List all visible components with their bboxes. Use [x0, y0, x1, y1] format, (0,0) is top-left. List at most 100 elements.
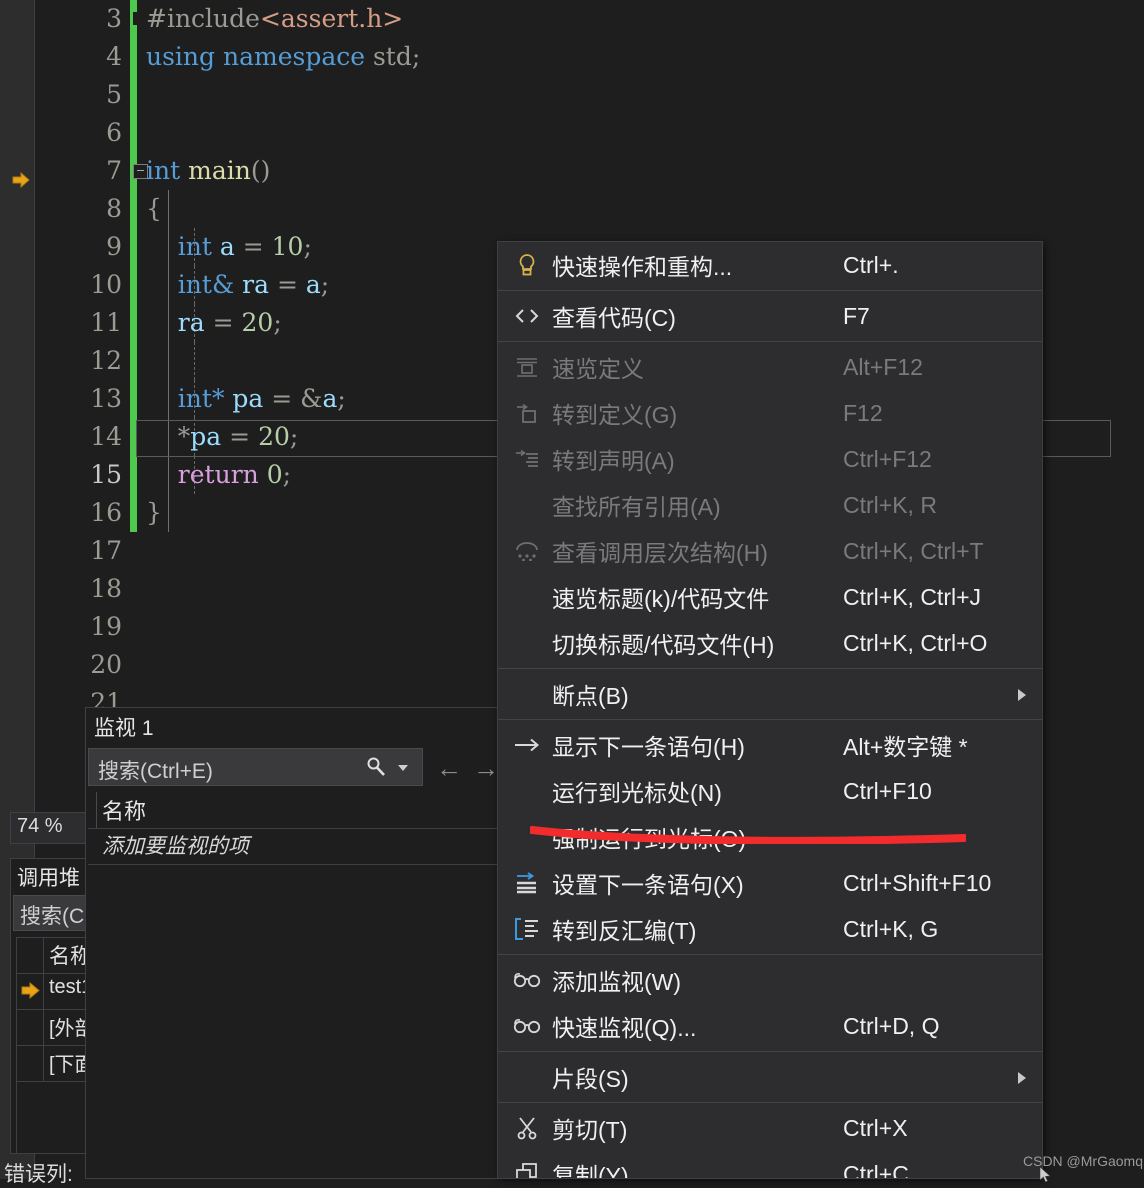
code-text: int& ra = a;	[177, 270, 330, 299]
context-menu-separator	[498, 290, 1042, 291]
code-line[interactable]: 5	[34, 76, 1144, 114]
code-text: #include<assert.h>	[146, 4, 404, 33]
change-tracking-bar	[130, 190, 137, 228]
context-menu-item[interactable]: 断点(B)	[498, 671, 1042, 717]
line-number: 6	[106, 118, 122, 147]
watch-add-item-hint: 添加要监视的项	[102, 835, 249, 858]
context-menu-item[interactable]: 设置下一条语句(X) Ctrl+Shift+F10	[498, 860, 1042, 906]
context-menu-item-label: 转到定义(G)	[552, 402, 678, 428]
call-stack-row[interactable]: [下面	[17, 1046, 85, 1082]
call-stack-panel[interactable]: 调用堆 搜索(C 名称 test1. [外部 [下面	[10, 858, 86, 1154]
context-menu-item-label: 显示下一条语句(H)	[552, 734, 745, 760]
watch-next-arrow-icon[interactable]: →	[473, 753, 499, 784]
change-tracking-bar	[130, 456, 137, 494]
watch-column-separator[interactable]	[96, 792, 97, 828]
line-number: 11	[90, 308, 122, 337]
watch-prev-arrow-icon[interactable]: ←	[436, 753, 462, 784]
context-menu-item-shortcut: Alt+数字键 *	[843, 734, 968, 760]
change-tracking-bar	[130, 266, 137, 304]
line-number: 7	[106, 156, 122, 185]
code-line[interactable]: 7− int main()	[34, 152, 1144, 190]
call-stack-gutter	[17, 1046, 44, 1081]
call-stack-grid[interactable]: 名称 test1. [外部 [下面	[16, 937, 85, 1153]
code-line[interactable]: 8{	[34, 190, 1144, 228]
editor-zoom-level-control[interactable]: 74 %	[10, 812, 86, 844]
lightbulb-icon	[508, 242, 546, 288]
call-stack-search-input[interactable]: 搜索(C	[13, 895, 85, 931]
code-text: ra = 20;	[177, 308, 282, 337]
code-text: return 0;	[177, 460, 292, 489]
submenu-chevron-right-icon[interactable]	[1018, 1072, 1026, 1084]
context-menu-item[interactable]: 查看代码(C) F7	[498, 293, 1042, 339]
context-menu-item[interactable]: 强制运行到光标(O)	[498, 814, 1042, 860]
call-stack-gutter	[17, 1010, 44, 1045]
change-tracking-bar	[130, 342, 137, 380]
code-text: {	[146, 194, 162, 223]
search-options-chevron-down-icon[interactable]	[398, 765, 408, 771]
collapse-region-icon[interactable]	[133, 12, 146, 25]
menu-item-no-icon	[508, 574, 546, 620]
line-number: 20	[90, 650, 122, 679]
line-number: 10	[90, 270, 122, 299]
line-number: 4	[106, 42, 122, 71]
line-number: 3	[106, 4, 122, 33]
scissors-icon	[508, 1105, 546, 1151]
context-menu-item[interactable]: 复制(Y) Ctrl+C	[498, 1151, 1042, 1178]
glasses-icon	[508, 957, 546, 1003]
line-number: 15	[90, 460, 122, 489]
call-stack-row[interactable]: test1.	[17, 974, 85, 1010]
context-menu-item[interactable]: 转到反汇编(T) Ctrl+K, G	[498, 906, 1042, 952]
context-menu-item[interactable]: 切换标题/代码文件(H) Ctrl+K, Ctrl+O	[498, 620, 1042, 666]
indent-guide	[194, 342, 195, 380]
code-line[interactable]: 4 using namespace std;	[34, 38, 1144, 76]
editor-context-menu[interactable]: 快速操作和重构... Ctrl+. 查看代码(C) F7 速览定义 Alt+F12 转到定义…	[497, 241, 1043, 1179]
line-number: 13	[90, 384, 122, 413]
context-menu-item-label: 运行到光标处(N)	[552, 780, 722, 806]
editor-zoom-level-value: 74 %	[17, 815, 63, 837]
code-line[interactable]: 3 #include<assert.h>	[34, 0, 1144, 38]
change-tracking-bar	[130, 418, 137, 456]
context-menu-item[interactable]: 显示下一条语句(H) Alt+数字键 *	[498, 722, 1042, 768]
current-frame-arrow-icon	[21, 981, 40, 1000]
context-menu-item[interactable]: 运行到光标处(N) Ctrl+F10	[498, 768, 1042, 814]
code-text: }	[146, 498, 162, 527]
context-menu-item-label: 添加监视(W)	[552, 969, 682, 995]
line-number: 9	[106, 232, 122, 261]
submenu-chevron-right-icon[interactable]	[1018, 689, 1026, 701]
set-next-statement-icon	[508, 860, 546, 906]
context-menu-item[interactable]: 快速操作和重构... Ctrl+.	[498, 242, 1042, 288]
watch-search-input[interactable]: 搜索(Ctrl+E)	[88, 748, 423, 786]
context-menu-item-shortcut: Alt+F12	[843, 353, 923, 380]
error-list-tab-label[interactable]: 错误列:	[4, 1158, 73, 1188]
code-line[interactable]: 6	[34, 114, 1144, 152]
context-menu-separator	[498, 668, 1042, 669]
context-menu-item[interactable]: 片段(S)	[498, 1054, 1042, 1100]
watch-add-item-row[interactable]: 添加要监视的项	[88, 830, 504, 862]
change-tracking-bar	[130, 380, 137, 418]
context-menu-item-shortcut: Ctrl+D, Q	[843, 1012, 940, 1039]
context-menu-item-shortcut: F12	[843, 399, 883, 426]
search-icon[interactable]	[364, 755, 388, 779]
change-tracking-bar	[130, 494, 137, 532]
context-menu-item-shortcut: Ctrl+Shift+F10	[843, 869, 992, 896]
code-text: int a = 10;	[177, 232, 312, 261]
change-tracking-bar	[130, 304, 137, 342]
menu-item-no-icon	[508, 620, 546, 666]
context-menu-item-label: 切换标题/代码文件(H)	[552, 632, 775, 658]
call-stack-row[interactable]: [外部	[17, 1010, 85, 1046]
context-menu-item[interactable]: 速览标题(k)/代码文件 Ctrl+K, Ctrl+J	[498, 574, 1042, 620]
watch-window-title: 监视 1	[94, 717, 154, 740]
call-stack-gutter	[17, 938, 44, 973]
line-number: 17	[90, 536, 122, 565]
context-menu-item[interactable]: 添加监视(W)	[498, 957, 1042, 1003]
line-number: 5	[106, 80, 122, 109]
change-tracking-bar	[130, 228, 137, 266]
context-menu-item[interactable]: 剪切(T) Ctrl+X	[498, 1105, 1042, 1151]
mouse-cursor-icon	[1039, 1166, 1052, 1183]
watch-window-panel[interactable]: 监视 1 搜索(Ctrl+E) ← → 名称 添加要监视的项	[85, 707, 505, 1179]
peek-definition-icon	[508, 344, 546, 390]
context-menu-item-label: 片段(S)	[552, 1066, 629, 1092]
context-menu-separator	[498, 1102, 1042, 1103]
watch-search-row[interactable]: 搜索(Ctrl+E) ← →	[88, 748, 504, 788]
context-menu-item[interactable]: 快速监视(Q)... Ctrl+D, Q	[498, 1003, 1042, 1049]
